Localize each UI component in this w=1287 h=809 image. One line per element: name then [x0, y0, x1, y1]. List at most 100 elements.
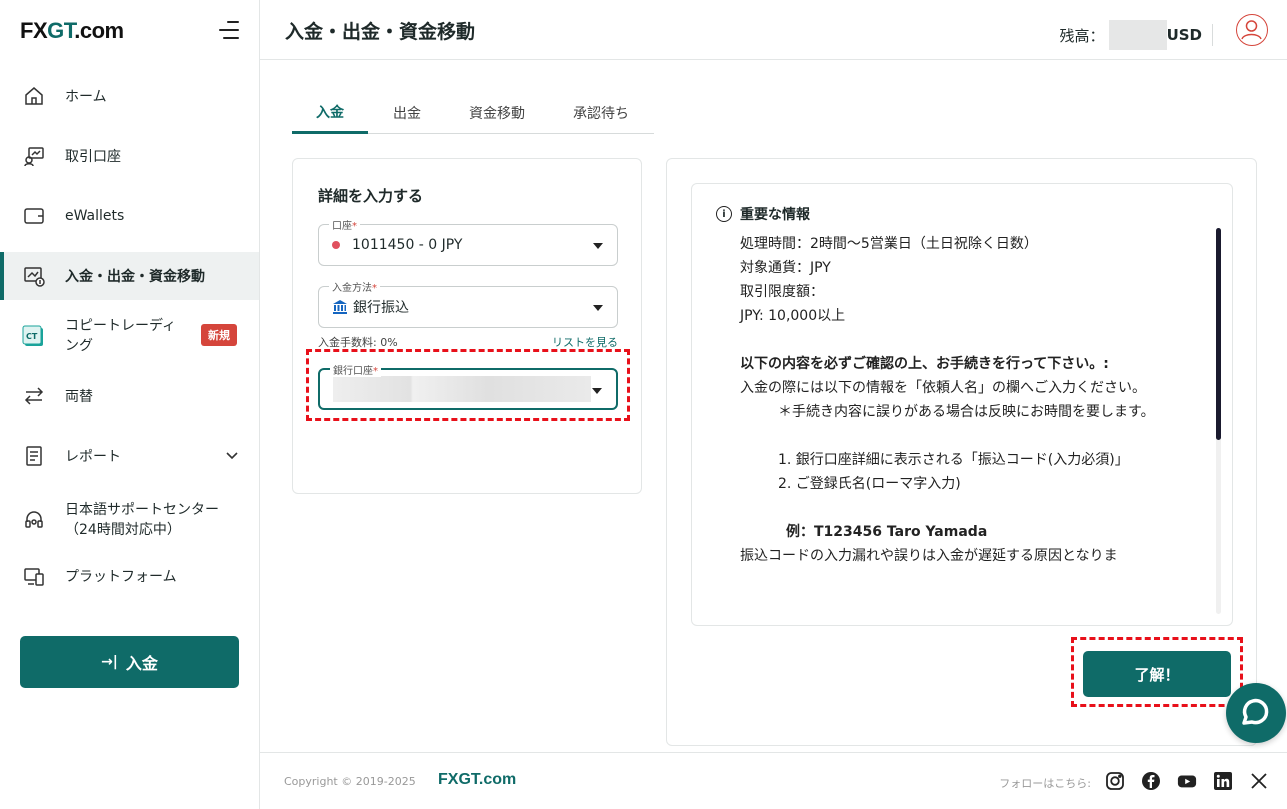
info-line: 取引限度額： [740, 284, 824, 300]
sidebar-item-label: プラットフォーム [65, 569, 177, 585]
required-mark: * [352, 221, 357, 232]
sidebar: FXGT.com ホーム 取引口座 eWallets 入金・出金・資金移動 CT… [0, 0, 260, 809]
fee-row: 入金手数料: 0% リストを見る [318, 334, 618, 350]
sidebar-item-label: コピートレーディ ング [65, 316, 176, 356]
page-title: 入金・出金・資金移動 [285, 21, 476, 43]
sidebar-item-label: 両替 [65, 389, 93, 405]
sidebar-item-support[interactable]: 日本語サポートセンター （24時間対応中） [0, 492, 259, 548]
deposit-chart-icon [22, 264, 46, 288]
sidebar-item-label: 取引口座 [65, 149, 121, 165]
info-example: 例：T123456 Taro Yamada [786, 524, 988, 540]
instagram-icon[interactable] [1105, 771, 1125, 791]
sidebar-item-deposit-withdraw[interactable]: 入金・出金・資金移動 [0, 252, 259, 300]
info-warning: ＊手続き内容に誤りがある場合は反映にお時間を要します。 [778, 404, 1155, 420]
wallet-icon [22, 204, 46, 228]
tab-pending[interactable]: 承認待ち [548, 92, 654, 134]
deposit-method-select[interactable]: 入金方法* 銀行振込 [318, 279, 618, 328]
sidebar-item-exchange[interactable]: 両替 [0, 372, 259, 420]
footer-brand-link[interactable]: FXGT.com [438, 771, 516, 789]
tab-bar: 入金 出金 資金移動 承認待ち [292, 92, 654, 134]
method-label-text: 入金方法 [332, 283, 372, 294]
required-mark: * [372, 283, 377, 294]
sidebar-item-ewallets[interactable]: eWallets [0, 192, 259, 240]
sidebar-deposit-button[interactable]: →| 入金 [20, 636, 239, 688]
home-icon [22, 84, 46, 108]
copy-trading-line1: コピートレーディ [65, 318, 177, 334]
svg-text:CT: CT [26, 332, 38, 341]
top-header: 入金・出金・資金移動 残高： USD [260, 0, 1287, 60]
sidebar-item-report[interactable]: レポート [0, 432, 259, 480]
bank-building-icon [332, 299, 348, 315]
platform-devices-icon [22, 564, 46, 588]
info-icon: i [716, 206, 732, 222]
account-select[interactable]: 口座* 1011450 - 0 JPY [318, 217, 618, 266]
report-document-icon [22, 444, 46, 468]
info-list-item: 2. ご登録氏名(ローマ字入力) [778, 476, 961, 492]
login-arrow-icon: →| [101, 654, 118, 670]
headset-icon [22, 508, 46, 532]
sidebar-item-label: ホーム [65, 89, 107, 105]
logo-prefix: FX [20, 18, 48, 43]
logo-suffix: .com [74, 18, 124, 43]
exchange-arrows-icon [22, 384, 46, 408]
info-heading-text: 重要な情報 [740, 207, 810, 223]
balance-currency: USD [1166, 26, 1202, 44]
sidebar-item-copy-trading[interactable]: CT コピートレーディ ング 新規 [0, 312, 259, 360]
account-field-label: 口座* [329, 217, 360, 232]
header-divider [1212, 24, 1213, 46]
sidebar-item-label: 入金・出金・資金移動 [65, 269, 205, 285]
highlight-ok-button [1071, 637, 1243, 707]
info-notice-bold: 以下の内容を必ずご確認の上、お手続きを行って下さい。: [740, 356, 1109, 372]
deposit-form-panel: 詳細を入力する 口座* 1011450 - 0 JPY 入金方法* 銀行振込 入… [292, 158, 642, 494]
dropdown-caret-icon [593, 243, 603, 249]
info-body: 処理時間：2時間〜5営業日（土日祝除く日数） 対象通貨：JPY 取引限度額： J… [740, 232, 1180, 568]
x-twitter-icon[interactable] [1249, 771, 1269, 791]
chevron-down-icon[interactable] [225, 448, 239, 466]
important-info-box: i 重要な情報 処理時間：2時間〜5営業日（土日祝除く日数） 対象通貨：JPY … [691, 183, 1233, 626]
info-line: 処理時間：2時間〜5営業日（土日祝除く日数） [740, 236, 1038, 252]
account-status-dot [332, 241, 340, 249]
scrollbar-thumb[interactable] [1216, 228, 1221, 440]
method-value: 銀行振込 [353, 300, 409, 316]
balance-display: 残高： USD [1060, 20, 1213, 50]
user-avatar-icon[interactable] [1236, 14, 1268, 46]
copyright-text: Copyright © 2019-2025 [284, 775, 416, 788]
new-badge: 新規 [201, 324, 237, 346]
linkedin-icon[interactable] [1213, 771, 1233, 791]
copy-trading-line2: ング [65, 338, 93, 354]
sidebar-item-label: 日本語サポートセンター （24時間対応中） [65, 500, 219, 540]
highlight-bank-field [306, 349, 630, 421]
tab-withdraw[interactable]: 出金 [368, 92, 446, 134]
follow-label: フォローはこちら: [999, 777, 1091, 790]
deposit-button-label: 入金 [125, 654, 158, 673]
sidebar-item-platform[interactable]: プラットフォーム [0, 552, 259, 600]
balance-label: 残高： [1059, 26, 1105, 45]
support-line1: 日本語サポートセンター [65, 502, 219, 518]
info-line: 対象通貨：JPY [740, 260, 831, 276]
info-line: JPY: 10,000以上 [740, 308, 846, 324]
tab-deposit[interactable]: 入金 [292, 92, 368, 134]
view-list-link[interactable]: リストを見る [552, 334, 618, 350]
copy-trading-icon: CT [22, 324, 46, 348]
sidebar-item-home[interactable]: ホーム [0, 72, 259, 120]
logo-g: GT [47, 18, 75, 43]
sidebar-item-label: eWallets [65, 208, 125, 224]
tab-transfer[interactable]: 資金移動 [446, 92, 548, 134]
trading-account-icon [22, 144, 46, 168]
chat-bubble-icon [1242, 698, 1269, 725]
fxgt-logo[interactable]: FXGT.com [20, 18, 124, 44]
info-tail: 振込コードの入力漏れや誤りは入金が遅延する原因となりま [740, 548, 1118, 564]
facebook-icon[interactable] [1141, 771, 1161, 791]
form-title: 詳細を入力する [318, 187, 424, 205]
account-value: 1011450 - 0 JPY [352, 237, 463, 253]
footer: Copyright © 2019-2025 FXGT.com フォローはこちら: [260, 752, 1287, 809]
info-heading: i 重要な情報 [716, 204, 810, 224]
youtube-icon[interactable] [1177, 771, 1197, 791]
fee-text: 入金手数料: 0% [318, 336, 398, 349]
info-notice-body: 入金の際には以下の情報を「依頼人名」の欄へご入力ください。 [740, 380, 1146, 396]
support-line2: （24時間対応中） [65, 522, 181, 538]
sidebar-item-trading-account[interactable]: 取引口座 [0, 132, 259, 180]
menu-toggle-icon[interactable] [219, 21, 239, 39]
chat-support-button[interactable] [1226, 683, 1286, 743]
account-label-text: 口座 [332, 221, 352, 232]
